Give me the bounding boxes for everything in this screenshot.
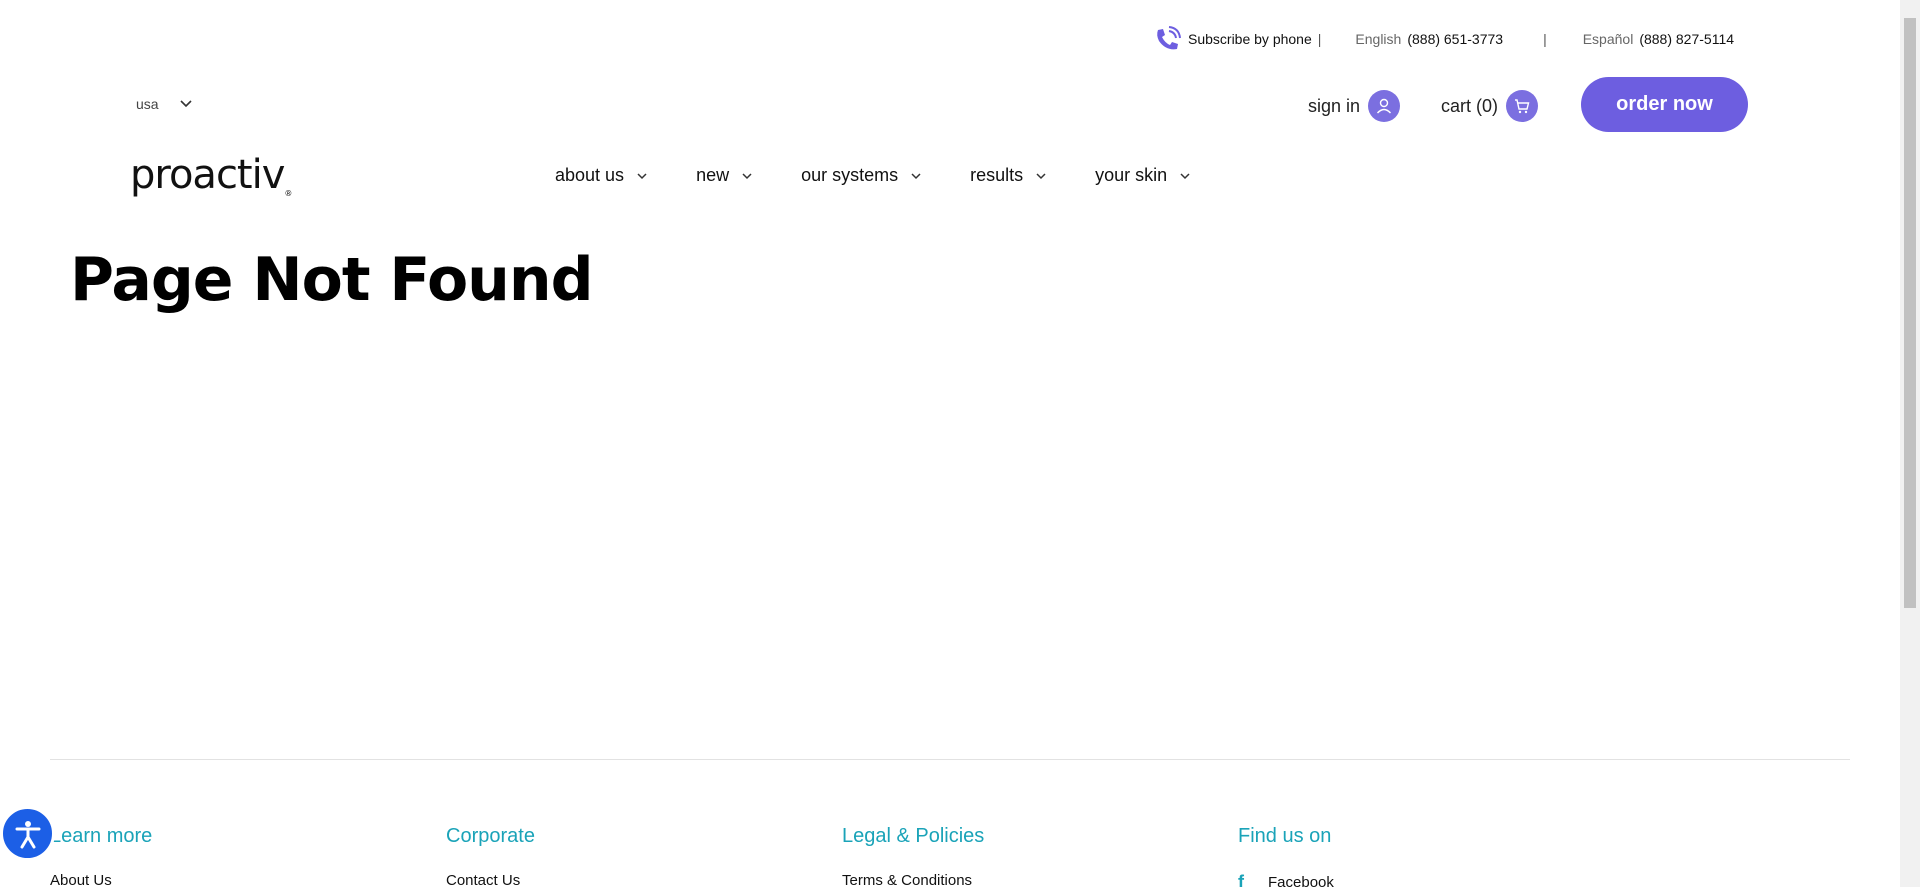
- nav-label: new: [696, 165, 730, 185]
- footer-column-corporate: Corporate Contact Us: [446, 825, 535, 887]
- footer-link-contact-us[interactable]: Contact Us: [446, 872, 535, 887]
- utility-bar: Subscribe by phone | English (888) 651-3…: [1152, 26, 1734, 52]
- chevron-down-icon: [1036, 172, 1046, 179]
- footer-link-facebook[interactable]: f Facebook: [1238, 872, 1334, 887]
- footer-column-learn-more: Learn more About Us: [50, 825, 152, 887]
- footer-heading: Find us on: [1238, 825, 1332, 847]
- nav-label: about us: [555, 165, 625, 185]
- page-scrollbar[interactable]: [1900, 0, 1920, 887]
- footer-column-find-us: Find us on f Facebook: [1238, 825, 1334, 887]
- footer-link-about-us[interactable]: About Us: [50, 872, 152, 887]
- order-now-button[interactable]: order now: [1581, 77, 1748, 132]
- facebook-label: Facebook: [1268, 874, 1334, 887]
- nav-item-new[interactable]: new: [696, 165, 753, 186]
- separator: |: [1543, 31, 1547, 47]
- chevron-down-icon: [911, 172, 921, 179]
- proactiv-logo[interactable]: proactiv®: [130, 152, 292, 198]
- accessibility-icon: [15, 820, 40, 848]
- country-selector[interactable]: usa: [136, 96, 193, 112]
- english-phone-link[interactable]: (888) 651-3773: [1407, 31, 1503, 47]
- phone-icon: [1152, 24, 1182, 54]
- nav-item-results[interactable]: results: [970, 165, 1047, 186]
- nav-label: our systems: [801, 165, 899, 185]
- nav-item-about-us[interactable]: about us: [555, 165, 648, 186]
- chevron-down-icon: [180, 100, 192, 108]
- scrollbar-thumb[interactable]: [1904, 18, 1916, 608]
- cart-link[interactable]: cart (0): [1441, 90, 1539, 122]
- logo-text: proactiv: [130, 152, 285, 198]
- country-value: usa: [136, 96, 159, 112]
- user-icon: [1368, 90, 1401, 122]
- chevron-down-icon: [742, 172, 752, 179]
- footer-heading: Corporate: [446, 825, 535, 847]
- page-title: Page Not Found: [70, 245, 594, 315]
- separator: |: [1317, 31, 1322, 47]
- sign-in-link[interactable]: sign in: [1308, 90, 1401, 122]
- cart-label: cart (0): [1441, 95, 1499, 116]
- footer-heading: Legal & Policies: [842, 825, 985, 847]
- cart-icon: [1506, 90, 1539, 122]
- nav-item-our-systems[interactable]: our systems: [801, 165, 922, 186]
- facebook-icon: f: [1238, 872, 1244, 887]
- footer-heading: Learn more: [50, 825, 153, 847]
- main-nav: about us new our systems results your sk…: [555, 165, 1239, 186]
- nav-item-your-skin[interactable]: your skin: [1095, 165, 1191, 186]
- footer-column-legal: Legal & Policies Terms & Conditions: [842, 825, 984, 887]
- espanol-phone-link[interactable]: (888) 827-5114: [1639, 31, 1734, 47]
- subscribe-by-phone-link[interactable]: Subscribe by phone: [1188, 31, 1312, 47]
- footer-link-terms[interactable]: Terms & Conditions: [842, 872, 984, 887]
- espanol-label: Español: [1582, 31, 1634, 47]
- footer-divider: [50, 759, 1850, 760]
- sign-in-label: sign in: [1308, 95, 1361, 116]
- chevron-down-icon: [1180, 172, 1190, 179]
- registered-mark: ®: [284, 189, 292, 198]
- english-label: English: [1355, 31, 1402, 47]
- chevron-down-icon: [637, 172, 647, 179]
- nav-label: your skin: [1095, 165, 1168, 185]
- accessibility-button[interactable]: [0, 806, 55, 861]
- nav-label: results: [970, 165, 1024, 185]
